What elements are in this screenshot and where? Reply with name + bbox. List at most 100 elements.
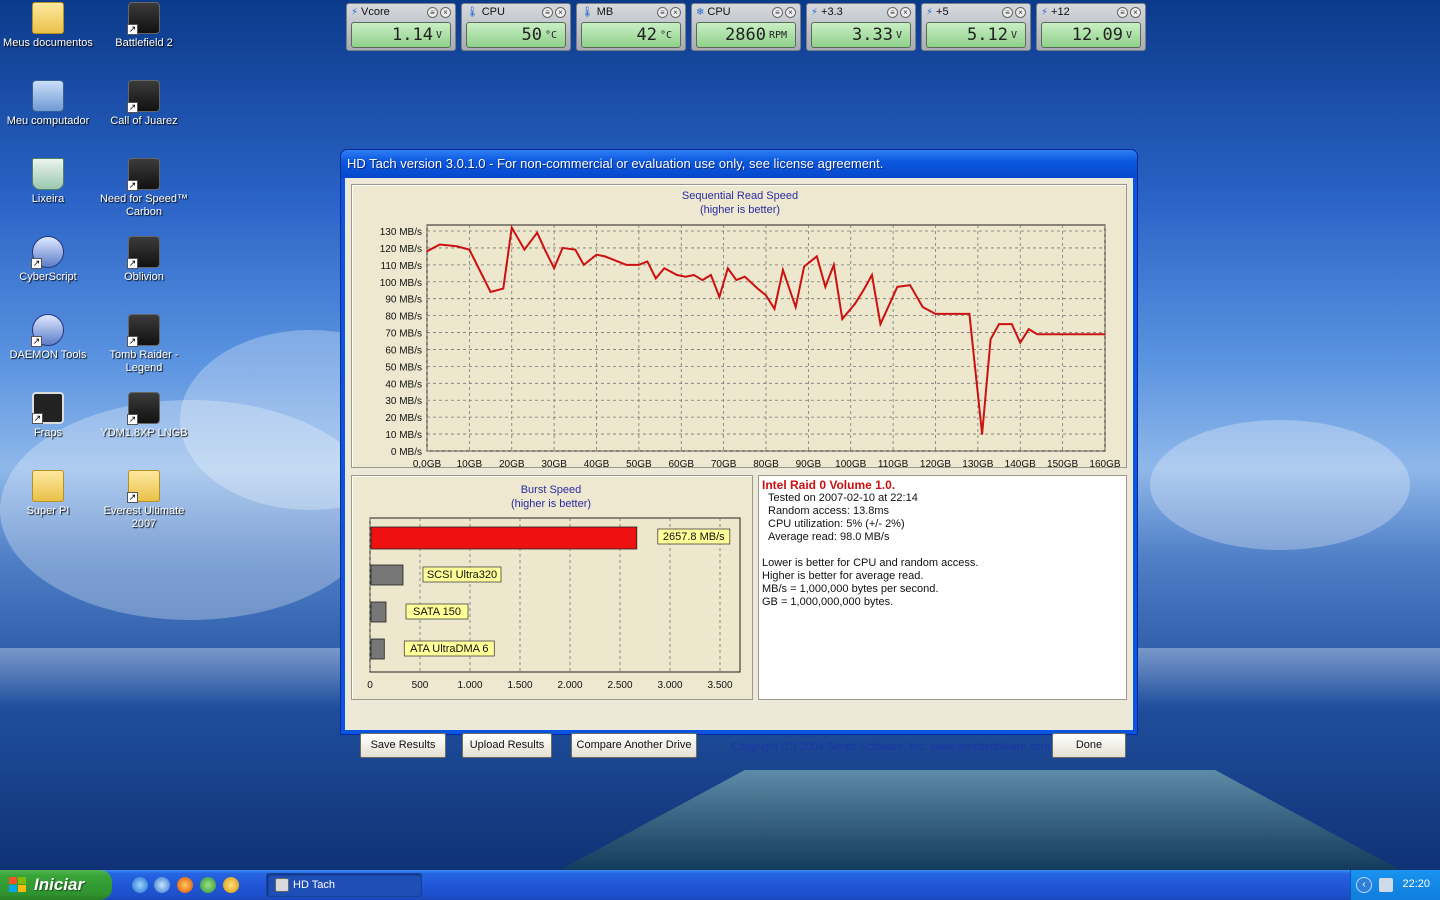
shortcut-arrow-icon: ↗ bbox=[127, 336, 138, 347]
save-results-button[interactable]: Save Results bbox=[360, 733, 446, 758]
done-button[interactable]: Done bbox=[1052, 733, 1126, 758]
read-speed-point bbox=[676, 274, 678, 276]
y-tick-label: 120 MB/s bbox=[380, 244, 422, 255]
desktop-icon-label: Oblivion bbox=[124, 271, 164, 283]
settings-icon[interactable]: ≡ bbox=[542, 6, 553, 18]
settings-icon[interactable]: ≡ bbox=[887, 6, 898, 18]
read-speed-point bbox=[1099, 333, 1102, 336]
desktop-icon[interactable]: Lixeira bbox=[2, 158, 94, 206]
results-line: CPU utilization: 5% (+/- 2%) bbox=[768, 518, 905, 530]
desktop-icon-label: Lixeira bbox=[31, 193, 65, 205]
settings-icon[interactable]: ≡ bbox=[772, 6, 783, 18]
close-icon[interactable]: × bbox=[1015, 6, 1026, 18]
start-button[interactable]: Iniciar bbox=[0, 870, 112, 900]
sensor-gadget[interactable]: ⚡ +12 ≡ × 12.09 V bbox=[1036, 3, 1146, 51]
gadget-value: 5.12 bbox=[967, 25, 1008, 45]
clock[interactable]: 22:20 bbox=[1402, 878, 1430, 890]
firefox-icon[interactable] bbox=[177, 877, 193, 893]
close-icon[interactable]: × bbox=[1130, 6, 1141, 18]
gadget-label: +12 bbox=[1051, 6, 1070, 18]
desktop-icon[interactable]: Super PI bbox=[2, 470, 94, 518]
sensor-gadget[interactable]: 🌡 CPU ≡ × 50 °C bbox=[461, 3, 571, 51]
window-title[interactable]: HD Tach version 3.0.1.0 - For non-commer… bbox=[341, 150, 1137, 178]
read-speed-point bbox=[756, 287, 759, 290]
results-line: Average read: 98.0 MB/s bbox=[768, 531, 890, 543]
x-tick-label: 150GB bbox=[1047, 459, 1078, 469]
shortcut-arrow-icon: ↗ bbox=[127, 258, 138, 269]
y-tick-label: 100 MB/s bbox=[380, 278, 422, 289]
sensor-icon: ❄ bbox=[696, 6, 705, 18]
sensor-gadget[interactable]: ⚡ Vcore ≡ × 1.14 V bbox=[346, 3, 456, 51]
x-tick-label: 2.500 bbox=[607, 680, 632, 691]
desktop-icon[interactable]: Meu computador bbox=[2, 80, 94, 128]
read-speed-point bbox=[489, 291, 492, 293]
settings-icon[interactable]: ≡ bbox=[657, 6, 668, 18]
desktop-icon-label: Super PI bbox=[26, 505, 70, 517]
read-speed-point bbox=[1053, 333, 1055, 336]
read-speed-point bbox=[502, 287, 505, 290]
read-speed-point bbox=[960, 313, 962, 315]
desktop-icon-label: Everest Ultimate 2007 bbox=[103, 505, 185, 530]
gadget-display: 42 °C bbox=[581, 22, 681, 48]
close-icon[interactable]: × bbox=[555, 6, 566, 18]
y-tick-label: 10 MB/s bbox=[385, 430, 422, 441]
y-tick-label: 70 MB/s bbox=[385, 329, 422, 340]
x-tick-label: 1.000 bbox=[457, 680, 482, 691]
sensor-gadget[interactable]: ❄ CPU ≡ × 2860 RPM bbox=[691, 3, 801, 51]
chevron-left-icon[interactable]: ‹ bbox=[1356, 877, 1372, 893]
desktop-icon[interactable]: ↗ Everest Ultimate 2007 bbox=[98, 470, 190, 531]
upload-results-button[interactable]: Upload Results bbox=[462, 733, 552, 758]
read-speed-point bbox=[989, 338, 992, 341]
settings-icon[interactable]: ≡ bbox=[1002, 6, 1013, 18]
read-speed-point bbox=[879, 323, 882, 325]
taskbar-item-hdtach[interactable]: HD Tach bbox=[266, 873, 422, 897]
desktop-icon[interactable]: ↗ Fraps bbox=[2, 392, 94, 440]
desktop-icon[interactable]: ↗ CyberScript bbox=[2, 236, 94, 284]
close-icon[interactable]: × bbox=[900, 6, 911, 18]
daemon-tools-icon: ↗ bbox=[31, 314, 64, 347]
ie-icon[interactable] bbox=[154, 877, 170, 893]
read-speed-point bbox=[981, 433, 983, 435]
sensor-gadget[interactable]: ⚡ +5 ≡ × 5.12 V bbox=[921, 3, 1031, 51]
sensor-gadget[interactable]: ⚡ +3.3 ≡ × 3.33 V bbox=[806, 3, 916, 51]
desktop-icon[interactable]: ↗ Oblivion bbox=[98, 236, 190, 284]
desktop-icon[interactable]: Meus documentos bbox=[2, 2, 94, 50]
close-icon[interactable]: × bbox=[670, 6, 681, 18]
sensor-icon: ⚡ bbox=[811, 6, 819, 18]
copyright-text[interactable]: Copyright (C) 2004 Simpli Software, Inc.… bbox=[731, 741, 1050, 753]
desktop-icon[interactable]: ↗ YDM1.8XP LNGB bbox=[98, 392, 190, 440]
hdtach-window[interactable]: HD Tach version 3.0.1.0 - For non-commer… bbox=[340, 149, 1138, 758]
x-tick-label: 20GB bbox=[499, 459, 525, 469]
x-tick-label: 130GB bbox=[962, 459, 993, 469]
settings-icon[interactable]: ≡ bbox=[427, 6, 438, 18]
gadget-label: MB bbox=[596, 6, 614, 18]
read-speed-point bbox=[896, 286, 899, 288]
gadget-display: 1.14 V bbox=[351, 22, 451, 48]
desktop-icon[interactable]: ↗ Call of Juarez bbox=[98, 80, 190, 128]
gadget-header: 🌡 CPU ≡ × bbox=[462, 4, 570, 20]
sensor-gadget[interactable]: 🌡 MB ≡ × 42 °C bbox=[576, 3, 686, 51]
read-speed-point bbox=[744, 275, 746, 278]
settings-icon[interactable]: ≡ bbox=[1117, 6, 1128, 18]
desktop-icon-label: Call of Juarez bbox=[110, 115, 178, 127]
compare-another-drive-button[interactable]: Compare Another Drive bbox=[571, 733, 697, 758]
x-tick-label: 100GB bbox=[835, 459, 866, 469]
taskbar-item-label: HD Tach bbox=[293, 879, 335, 891]
winamp-icon[interactable] bbox=[223, 877, 239, 893]
reference-bar bbox=[370, 638, 385, 660]
desktop-icon[interactable]: ↗ Tomb Raider - Legend bbox=[98, 314, 190, 375]
ie-icon[interactable] bbox=[132, 877, 148, 893]
desktop-icon[interactable]: ↗ DAEMON Tools bbox=[2, 314, 94, 362]
msn-icon[interactable] bbox=[200, 877, 216, 893]
burst-speed-bar bbox=[370, 526, 638, 550]
read-speed-point bbox=[1074, 333, 1077, 336]
y-tick-label: 0 MB/s bbox=[391, 447, 422, 458]
window-client: Sequential Read Speed (higher is better) 0… bbox=[345, 178, 1133, 758]
close-icon[interactable]: × bbox=[785, 6, 796, 18]
desktop-icon[interactable]: ↗ Battlefield 2 bbox=[98, 2, 190, 50]
x-tick-label: 500 bbox=[412, 680, 429, 691]
close-icon[interactable]: × bbox=[440, 6, 451, 18]
desktop-icon[interactable]: ↗ Need for Speed™ Carbon bbox=[98, 158, 190, 219]
network-icon[interactable] bbox=[1379, 878, 1393, 892]
